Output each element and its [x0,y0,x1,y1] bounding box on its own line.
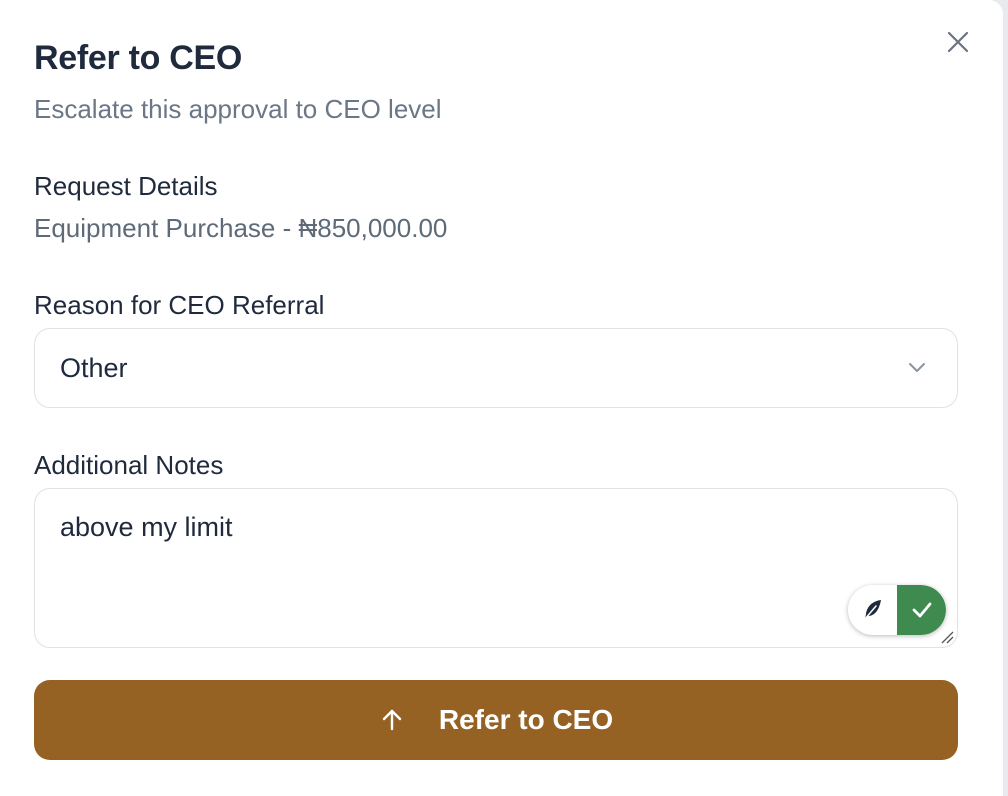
arrow-up-icon [379,707,405,733]
dialog-title: Refer to CEO [34,39,242,77]
reason-label: Reason for CEO Referral [34,290,325,320]
reason-selected-value: Other [60,353,128,383]
writing-assistant-widget[interactable] [848,585,946,635]
request-details-value: Equipment Purchase - ₦850,000.00 [34,213,448,243]
accept-suggestion-button[interactable] [897,585,946,635]
refer-to-ceo-button-label: Refer to CEO [438,704,614,735]
close-icon [947,31,969,53]
resize-handle-icon[interactable] [940,630,954,644]
feather-icon [863,600,881,620]
close-button[interactable] [940,24,976,60]
request-details-label: Request Details [34,171,218,201]
notes-textarea[interactable]: above my limit [34,488,958,648]
feather-button[interactable] [848,585,897,635]
chevron-down-icon [909,363,925,372]
check-icon [912,602,931,618]
refer-to-ceo-button[interactable]: Refer to CEO [34,680,958,760]
notes-label: Additional Notes [34,450,224,480]
notes-value: above my limit [60,512,233,542]
refer-to-ceo-dialog: Refer to CEO Escalate this approval to C… [0,0,1003,796]
reason-select[interactable]: Other [34,328,958,408]
dialog-subtitle: Escalate this approval to CEO level [34,94,442,124]
